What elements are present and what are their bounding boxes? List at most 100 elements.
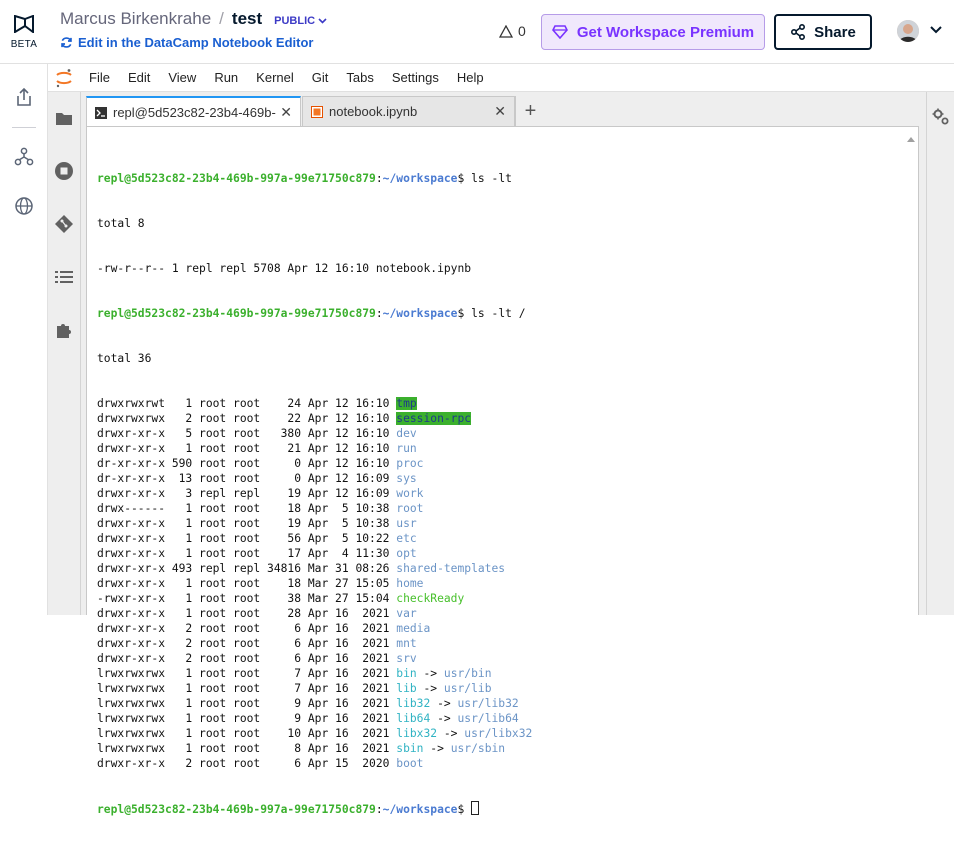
prompt-user: repl@5d523c82-23b4-469b-997a-99e71750c87…	[97, 803, 376, 816]
menu-run[interactable]: Run	[205, 64, 247, 92]
edit-in-editor-link[interactable]: Edit in the DataCamp Notebook Editor	[60, 35, 327, 50]
listing-row: lrwxrwxrwx 1 root root 9 Apr 16 2021 lib…	[97, 711, 532, 726]
sync-icon	[61, 37, 72, 48]
listing-meta: -rwxr-xr-x 1 root root 38 Mar 27 15:04	[97, 592, 397, 605]
symlink-arrow: ->	[430, 697, 458, 710]
menu-settings[interactable]: Settings	[383, 64, 448, 92]
scroll-up-arrow-icon[interactable]	[907, 137, 915, 142]
listing-name: sys	[396, 472, 417, 485]
listing-row: drwxrwxrwx 2 root root 22 Apr 12 16:10 s…	[97, 411, 532, 426]
listing-name: shared-templates	[396, 562, 506, 575]
listing-meta: drwxr-xr-x 1 root root 21 Apr 12 16:10	[97, 442, 397, 455]
listing-row: drwxr-xr-x 1 root root 28 Apr 16 2021 va…	[97, 606, 532, 621]
listing-name: work	[396, 487, 424, 500]
prompt-path: ~/workspace	[382, 307, 458, 320]
listing-row: drwxr-xr-x 3 repl repl 19 Apr 12 16:09 w…	[97, 486, 532, 501]
listing-name: sbin	[396, 742, 424, 755]
listing-meta: drwxrwxrwx 2 root root 22 Apr 12 16:10	[97, 412, 397, 425]
user-menu-chevron-icon[interactable]	[930, 26, 942, 34]
listing-row: drwx------ 1 root root 18 Apr 5 10:38 ro…	[97, 501, 532, 516]
listing-name: home	[396, 577, 424, 590]
extension-icon[interactable]	[54, 320, 74, 340]
share-button[interactable]: Share	[774, 14, 872, 50]
menu-help[interactable]: Help	[448, 64, 493, 92]
symlink-arrow: ->	[430, 712, 458, 725]
listing-name: checkReady	[396, 592, 465, 605]
listing-name: mnt	[396, 637, 417, 650]
terminal-line: repl@5d523c82-23b4-469b-997a-99e71750c87…	[97, 172, 512, 185]
listing-row: drwxrwxrwt 1 root root 24 Apr 12 16:10 t…	[97, 396, 532, 411]
stop-circle-icon[interactable]	[54, 161, 74, 181]
listing-name: tmp	[396, 397, 417, 410]
rail-divider	[12, 127, 36, 128]
listing-meta: drwxr-xr-x 1 root root 18 Mar 27 15:05	[97, 577, 397, 590]
alerts-indicator[interactable]: 0	[499, 23, 526, 39]
listing-name: lib32	[396, 697, 431, 710]
listing-meta: drwxr-xr-x 2 root root 6 Apr 16 2021	[97, 652, 397, 665]
menu-kernel[interactable]: Kernel	[247, 64, 303, 92]
visibility-dropdown[interactable]: PUBLIC	[274, 15, 327, 27]
list-icon[interactable]	[54, 267, 74, 287]
tab-terminal[interactable]: repl@5d523c82-23b4-469b- ✕	[86, 96, 301, 127]
listing-meta: lrwxrwxrwx 1 root root 7 Apr 16 2021	[97, 667, 397, 680]
folder-icon[interactable]	[54, 108, 74, 128]
menu-edit[interactable]: Edit	[119, 64, 159, 92]
close-icon[interactable]: ✕	[280, 104, 292, 121]
symlink-target: usr/libx32	[464, 727, 533, 740]
listing-row: drwxr-xr-x 2 root root 6 Apr 16 2021 srv	[97, 651, 532, 666]
listing-row: lrwxrwxrwx 1 root root 8 Apr 16 2021 sbi…	[97, 741, 532, 756]
owner-name[interactable]: Marcus Birkenkrahe	[60, 9, 211, 29]
share-label: Share	[814, 23, 856, 41]
terminal-line: total 8	[97, 217, 145, 230]
app-rail	[0, 64, 48, 615]
notebook-icon	[311, 105, 323, 118]
listing-meta: drwxr-xr-x 1 root root 17 Apr 4 11:30	[97, 547, 397, 560]
listing-meta: lrwxrwxrwx 1 root root 7 Apr 16 2021	[97, 682, 397, 695]
terminal-output[interactable]: repl@5d523c82-23b4-469b-997a-99e71750c87…	[97, 141, 532, 846]
menu-git[interactable]: Git	[303, 64, 338, 92]
jupyter-logo-icon	[48, 64, 80, 92]
listing-name: session-rpc	[396, 412, 472, 425]
upload-icon[interactable]	[13, 86, 35, 108]
globe-icon[interactable]	[13, 195, 35, 217]
listing-meta: lrwxrwxrwx 1 root root 10 Apr 16 2021	[97, 727, 397, 740]
listing-meta: drwxr-xr-x 1 root root 19 Apr 5 10:38	[97, 517, 397, 530]
terminal-line: -rw-r--r-- 1 repl repl 5708 Apr 12 16:10…	[97, 262, 472, 275]
project-title[interactable]: test	[232, 9, 262, 29]
listing-meta: drwxrwxrwt 1 root root 24 Apr 12 16:10	[97, 397, 397, 410]
breadcrumb-separator: /	[219, 9, 224, 28]
listing-meta: drwxr-xr-x 5 root root 380 Apr 12 16:10	[97, 427, 397, 440]
add-tab-button[interactable]: +	[515, 96, 545, 126]
listing-meta: drwxr-xr-x 1 root root 56 Apr 5 10:22	[97, 532, 397, 545]
listing-name: srv	[396, 652, 417, 665]
listing-meta: drwxr-xr-x 2 root root 6 Apr 15 2020	[97, 757, 397, 770]
menu-tabs[interactable]: Tabs	[337, 64, 382, 92]
listing-meta: drwxr-xr-x 3 repl repl 19 Apr 12 16:09	[97, 487, 397, 500]
prompt-user: repl@5d523c82-23b4-469b-997a-99e71750c87…	[97, 172, 376, 185]
avatar[interactable]	[897, 20, 919, 42]
symlink-target: usr/lib32	[457, 697, 519, 710]
git-icon[interactable]	[54, 214, 74, 234]
prompt-path: ~/workspace	[382, 172, 458, 185]
share-icon	[791, 24, 806, 40]
property-inspector-icon[interactable]	[932, 108, 950, 126]
tab-notebook-label: notebook.ipynb	[329, 104, 418, 119]
tab-notebook[interactable]: notebook.ipynb ✕	[302, 96, 515, 126]
listing-meta: lrwxrwxrwx 1 root root 9 Apr 16 2021	[97, 697, 397, 710]
edit-link-label: Edit in the DataCamp Notebook Editor	[78, 35, 314, 50]
terminal-line: repl@5d523c82-23b4-469b-997a-99e71750c87…	[97, 307, 526, 320]
listing-name: opt	[396, 547, 417, 560]
get-premium-button[interactable]: Get Workspace Premium	[541, 14, 765, 50]
share-network-icon[interactable]	[13, 146, 35, 168]
symlink-arrow: ->	[437, 727, 465, 740]
datacamp-logo[interactable]: BETA	[0, 0, 48, 64]
warning-triangle-icon	[499, 24, 513, 38]
terminal-panel[interactable]: repl@5d523c82-23b4-469b-997a-99e71750c87…	[86, 126, 919, 816]
symlink-target: usr/lib64	[457, 712, 519, 725]
menu-file[interactable]: File	[80, 64, 119, 92]
listing-row: dr-xr-xr-x 13 root root 0 Apr 12 16:09 s…	[97, 471, 532, 486]
close-icon[interactable]: ✕	[494, 103, 506, 120]
terminal-scrollbar[interactable]	[904, 127, 918, 616]
listing-name: proc	[396, 457, 424, 470]
menu-view[interactable]: View	[159, 64, 205, 92]
